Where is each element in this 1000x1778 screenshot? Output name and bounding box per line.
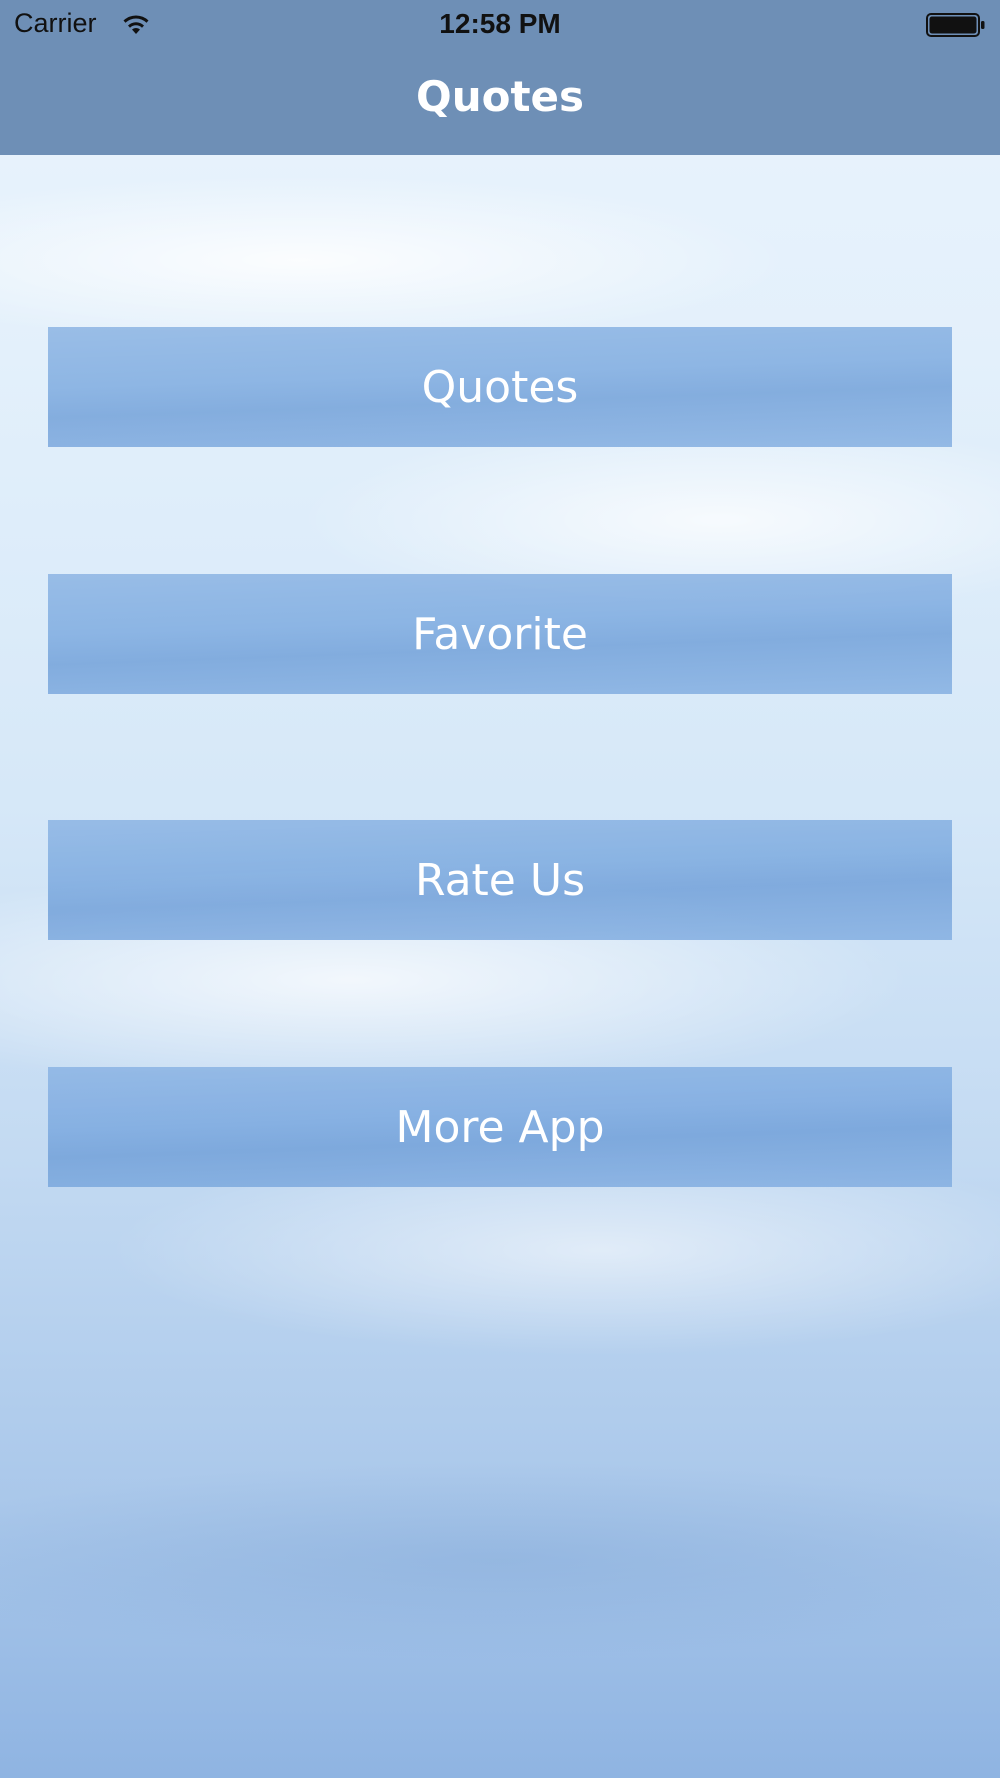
rate-us-button-label: Rate Us [414,854,585,906]
more-app-button[interactable]: More App [48,1067,952,1187]
battery-icon [926,13,985,37]
favorite-button[interactable]: Favorite [48,574,952,694]
favorite-button-label: Favorite [412,608,588,660]
quotes-button[interactable]: Quotes [48,327,952,447]
quotes-button-label: Quotes [421,361,579,413]
rate-us-button[interactable]: Rate Us [48,820,952,940]
page-title: Quotes [415,72,585,121]
more-app-button-label: More App [395,1101,605,1153]
clock: 12:58 PM [439,8,561,39]
status-bar: Carrier 12:58 PM [0,0,1000,50]
